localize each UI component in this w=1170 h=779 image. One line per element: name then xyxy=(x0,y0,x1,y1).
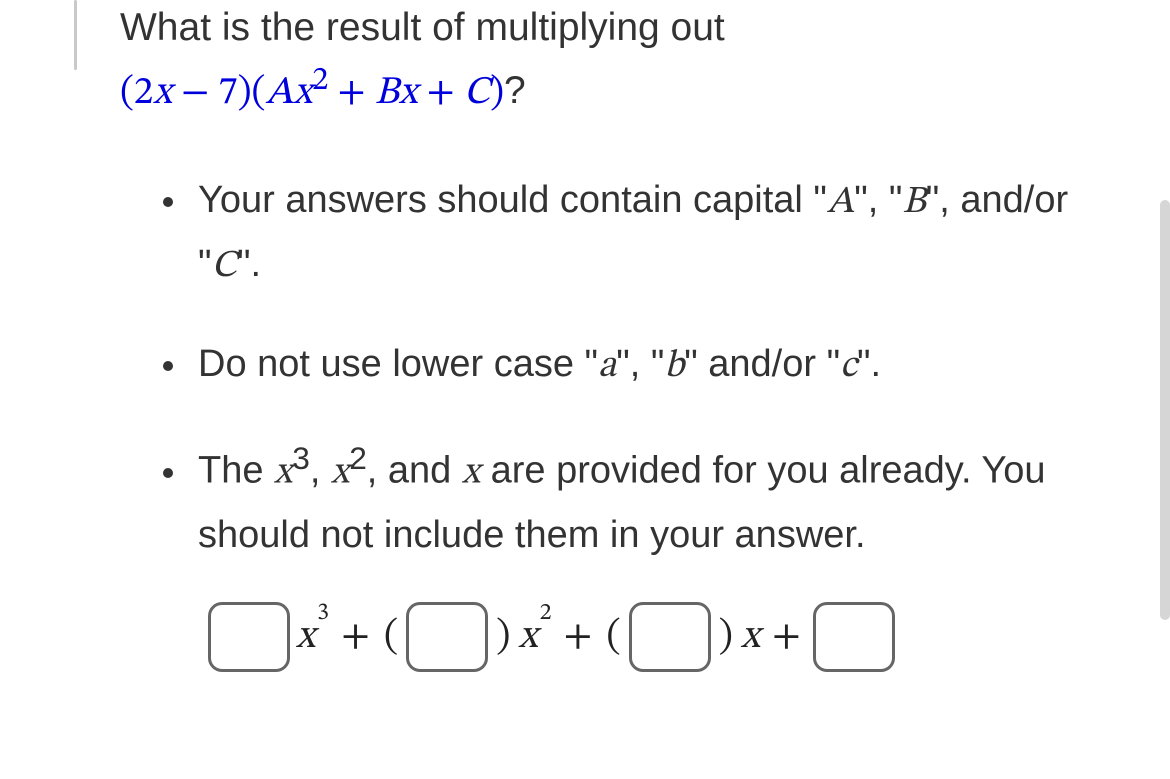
term-x3-sup: 3 xyxy=(317,598,329,628)
term-x2-sup: 2 xyxy=(540,598,552,628)
rparen-1: ) xyxy=(494,612,512,662)
expr-open: (2 xyxy=(120,74,153,113)
expr-C: C xyxy=(464,74,490,113)
answer-row: x 3 + ( ) x 2 + ( ) x + xyxy=(120,602,1140,672)
instr1-t4: ". xyxy=(237,243,261,285)
question-prompt: What is the result of multiplying out (2… xyxy=(120,0,1140,122)
term-x2-base: x xyxy=(518,612,537,662)
instr3-x3-sup: 3 xyxy=(292,440,310,476)
instr3-t1: The xyxy=(198,450,274,492)
expr-sup2: 2 xyxy=(312,64,328,97)
rparen-2: ) xyxy=(717,612,735,662)
instr2-b: b xyxy=(664,348,684,386)
instruction-list: Your answers should contain capital "A",… xyxy=(120,170,1140,566)
coeff-x2-input[interactable] xyxy=(406,602,488,672)
instruction-1: Your answers should contain capital "A",… xyxy=(190,170,1140,298)
plus-3: + xyxy=(766,612,807,662)
lparen-1: ( xyxy=(382,612,400,662)
term-x3: x 3 xyxy=(296,612,329,662)
expr-x2: x xyxy=(294,74,313,113)
expr-B: B xyxy=(375,74,399,113)
instruction-2: Do not use lower case "a", "b" and/or "c… xyxy=(190,334,1140,398)
plus-2: + xyxy=(558,612,599,662)
lparen-2: ( xyxy=(604,612,622,662)
instr3-c2: , and xyxy=(367,450,462,492)
instr3-x1: x xyxy=(462,455,480,493)
plus-1: + xyxy=(335,612,376,662)
instr1-t2: ", " xyxy=(854,179,902,221)
instr3-c1: , xyxy=(310,450,331,492)
expr-close: ) xyxy=(490,74,504,113)
problem-card: What is the result of multiplying out (2… xyxy=(0,0,1170,779)
term-x3-base: x xyxy=(296,612,315,662)
constant-input[interactable] xyxy=(813,602,895,672)
left-border-accent xyxy=(74,0,77,70)
instruction-3: The x3, x2, and x are provided for you a… xyxy=(190,433,1140,565)
instr2-c: c xyxy=(840,348,857,386)
instr1-t1: Your answers should contain capital " xyxy=(198,179,827,221)
question-expression: (2x − 7)(Ax2 + Bx + C) xyxy=(120,74,504,113)
expr-plus2: + xyxy=(418,74,464,113)
expr-mid: − 7)( xyxy=(172,74,266,113)
instr2-t2: ", " xyxy=(616,343,664,385)
expr-x1: x xyxy=(153,74,172,113)
term-x1-base: x xyxy=(741,612,760,662)
coeff-x1-input[interactable] xyxy=(629,602,711,672)
instr3-x2-sup: 2 xyxy=(349,440,367,476)
term-x2: x 2 xyxy=(518,612,551,662)
instr1-A: A xyxy=(827,184,854,222)
question-line1: What is the result of multiplying out xyxy=(120,6,725,49)
coeff-x3-input[interactable] xyxy=(208,602,290,672)
expr-x3: x xyxy=(399,74,418,113)
scrollbar-thumb[interactable] xyxy=(1160,200,1170,620)
instr2-t4: ". xyxy=(857,343,881,385)
question-mark: ? xyxy=(504,69,526,112)
instr1-C: C xyxy=(212,248,237,286)
content-area: What is the result of multiplying out (2… xyxy=(120,0,1140,672)
expr-plus1: + xyxy=(328,74,374,113)
instr1-B: B xyxy=(902,184,925,222)
instr2-a: a xyxy=(598,348,616,386)
expr-A: A xyxy=(265,74,293,113)
instr3-x3: x xyxy=(274,455,292,493)
instr3-x2: x xyxy=(331,455,349,493)
instr2-t3: " and/or " xyxy=(684,343,840,385)
term-x1: x xyxy=(741,612,760,662)
instr2-t1: Do not use lower case " xyxy=(198,343,598,385)
